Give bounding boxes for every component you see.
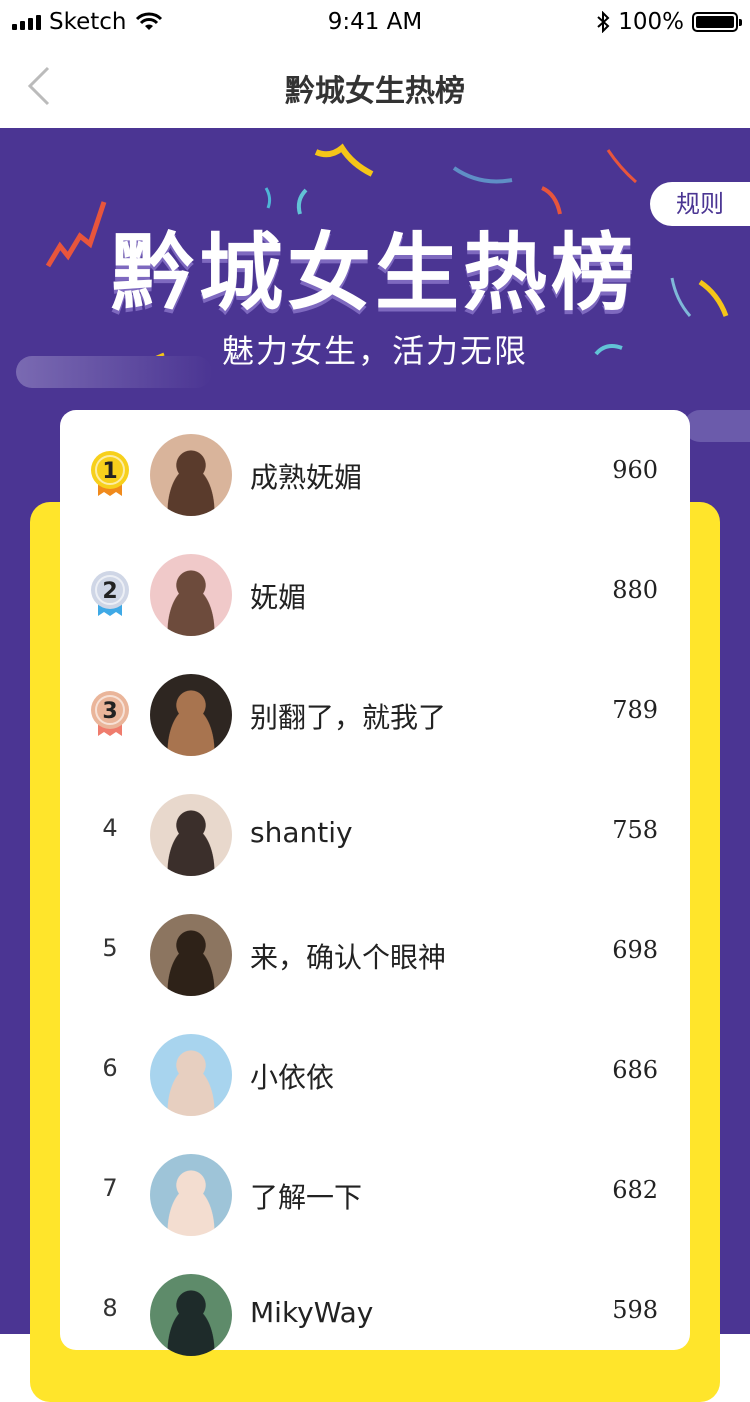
score-value: 698 (612, 936, 658, 964)
ranking-row[interactable]: 4 shantiy 758 (60, 770, 690, 890)
status-bar: Sketch 9:41 AM 100% (0, 0, 750, 44)
score-value: 789 (612, 696, 658, 724)
user-name: 了解一下 (250, 1181, 363, 1214)
ranking-row[interactable]: 7 了解一下 682 (60, 1130, 690, 1250)
ranking-row[interactable]: 2 妩媚 880 (60, 530, 690, 650)
avatar[interactable] (150, 674, 232, 756)
navigation-bar: 黔城女生热榜 (0, 44, 750, 128)
gold-medal-icon: 1 (91, 451, 129, 496)
ranking-row[interactable]: 3 别翻了，就我了 789 (60, 650, 690, 770)
score-value: 598 (612, 1296, 658, 1324)
score-value: 682 (612, 1176, 658, 1204)
decorative-pill-right (684, 410, 750, 442)
medal-rank-number: 1 (102, 459, 117, 484)
user-name: 来，确认个眼神 (250, 941, 447, 974)
user-name: 别翻了，就我了 (250, 701, 447, 734)
silver-medal-icon: 2 (91, 571, 129, 616)
battery-percent: 100% (618, 9, 684, 35)
avatar[interactable] (150, 1034, 232, 1116)
rank-number: 6 (102, 1054, 118, 1082)
score-value: 960 (612, 456, 658, 484)
rank-number: 4 (102, 814, 118, 842)
avatar[interactable] (150, 1274, 232, 1356)
bluetooth-icon (597, 11, 610, 33)
medal-rank-number: 3 (102, 699, 117, 724)
ranking-row[interactable]: 1 成熟妩媚 960 (60, 410, 690, 530)
avatar[interactable] (150, 914, 232, 996)
avatar[interactable] (150, 434, 232, 516)
user-name: MikyWay (250, 1296, 374, 1329)
score-value: 686 (612, 1056, 658, 1084)
score-value: 880 (612, 576, 658, 604)
rank-number: 8 (102, 1294, 118, 1322)
medal-rank-number: 2 (102, 579, 117, 604)
ranking-row[interactable]: 8 MikyWay 598 (60, 1250, 690, 1370)
avatar[interactable] (150, 794, 232, 876)
status-right: 100% (596, 9, 742, 35)
page-title: 黔城女生热榜 (285, 74, 465, 109)
ranking-list: 1 成熟妩媚 960 2 妩媚 880 3 别翻了，就我了 789 4 shantiy 758 5 来，确… (60, 410, 690, 1356)
avatar[interactable] (150, 554, 232, 636)
banner-title: 黔城女生热榜 (110, 224, 639, 322)
banner-subtitle: 魅力女生，活力无限 (221, 332, 528, 370)
battery-icon (692, 12, 742, 32)
rank-number: 7 (102, 1174, 118, 1202)
battery-level (696, 16, 734, 28)
user-name: 妩媚 (250, 581, 307, 614)
bronze-medal-icon: 3 (91, 691, 129, 736)
rank-number: 5 (102, 934, 118, 962)
ranking-row[interactable]: 6 小依依 686 (60, 1010, 690, 1130)
ranking-row[interactable]: 5 来，确认个眼神 698 (60, 890, 690, 1010)
avatar[interactable] (150, 1154, 232, 1236)
score-value: 758 (612, 816, 658, 844)
user-name: shantiy (250, 816, 353, 849)
user-name: 成熟妩媚 (250, 461, 363, 494)
user-name: 小依依 (250, 1061, 335, 1094)
